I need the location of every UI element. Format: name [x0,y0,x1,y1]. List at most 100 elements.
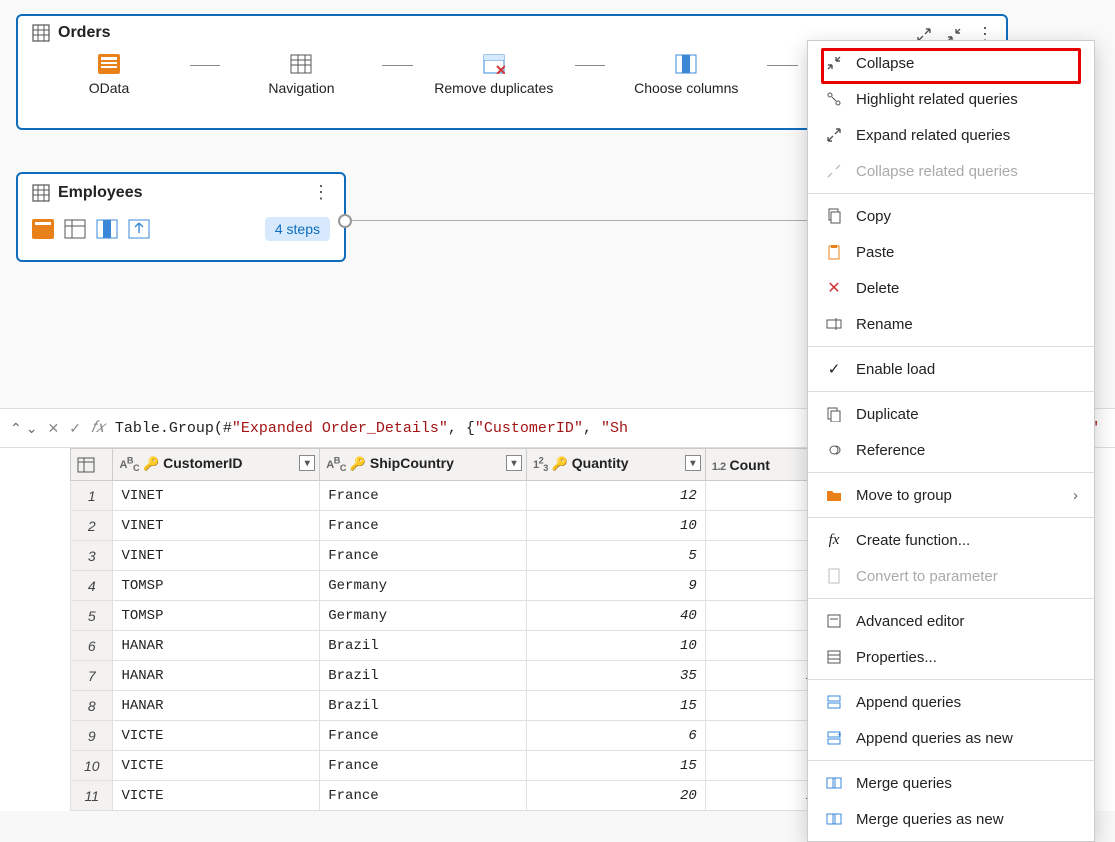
cell-customerid[interactable]: VINET [113,481,320,511]
cell-customerid[interactable]: TOMSP [113,601,320,631]
menu-append-queries-new[interactable]: +Append queries as new [808,720,1094,756]
filter-dropdown-icon[interactable]: ▾ [299,455,315,471]
col-quantity[interactable]: 123 🔑 Quantity▾ [527,449,706,481]
table-corner[interactable] [71,449,113,481]
row-number[interactable]: 8 [71,691,113,721]
check-icon: ✓ [824,360,844,378]
menu-create-function[interactable]: fxCreate function... [808,522,1094,558]
cell-quantity[interactable]: 5 [527,541,706,571]
menu-merge-queries[interactable]: Merge queries [808,765,1094,801]
cell-customerid[interactable]: VICTE [113,721,320,751]
row-number[interactable]: 3 [71,541,113,571]
cell-quantity[interactable]: 12 [527,481,706,511]
table-row[interactable]: 3VINETFrance55 [71,541,840,571]
cell-customerid[interactable]: VICTE [113,751,320,781]
cell-customerid[interactable]: VINET [113,511,320,541]
cell-customerid[interactable]: VICTE [113,781,320,811]
table-row[interactable]: 11VICTEFrance20160 [71,781,840,811]
row-number[interactable]: 6 [71,631,113,661]
table-row[interactable]: 10VICTEFrance1530 [71,751,840,781]
step-choose-columns[interactable]: Choose columns [611,52,761,96]
cell-quantity[interactable]: 10 [527,511,706,541]
col-customerid[interactable]: ABC 🔑 CustomerID▾ [113,449,320,481]
row-number[interactable]: 10 [71,751,113,781]
cell-shipcountry[interactable]: Brazil [320,691,527,721]
cell-shipcountry[interactable]: Germany [320,601,527,631]
fx-icon[interactable]: 𝑓𝑥 [91,419,105,437]
row-number[interactable]: 11 [71,781,113,811]
cancel-icon[interactable]: ✕ [47,420,59,437]
row-number[interactable]: 4 [71,571,113,601]
step-mini-nav[interactable] [64,219,86,239]
append-new-icon: + [824,730,844,746]
step-remove-duplicates[interactable]: Remove duplicates [419,52,569,96]
steps-count-badge[interactable]: 4 steps [265,217,330,241]
col-shipcountry[interactable]: ABC 🔑 ShipCountry▾ [320,449,527,481]
menu-collapse[interactable]: Collapse [808,45,1094,81]
table-row[interactable]: 9VICTEFrance612 [71,721,840,751]
menu-reference[interactable]: Reference [808,432,1094,468]
menu-move-to-group[interactable]: Move to group› [808,477,1094,513]
cell-quantity[interactable]: 35 [527,661,706,691]
filter-dropdown-icon[interactable]: ▾ [685,455,701,471]
row-number[interactable]: 2 [71,511,113,541]
cell-shipcountry[interactable]: France [320,721,527,751]
cell-quantity[interactable]: 20 [527,781,706,811]
menu-merge-queries-new[interactable]: Merge queries as new [808,801,1094,837]
cell-shipcountry[interactable]: France [320,781,527,811]
cell-shipcountry[interactable]: France [320,751,527,781]
cell-quantity[interactable]: 6 [527,721,706,751]
table-row[interactable]: 5TOMSPGermany4080 [71,601,840,631]
cell-customerid[interactable]: HANAR [113,661,320,691]
table-row[interactable]: 1VINETFrance1224 [71,481,840,511]
table-row[interactable]: 4TOMSPGermany99 [71,571,840,601]
row-number[interactable]: 7 [71,661,113,691]
table-row[interactable]: 8HANARBrazil1560 [71,691,840,721]
cell-quantity[interactable]: 15 [527,751,706,781]
menu-properties[interactable]: Properties... [808,639,1094,675]
menu-highlight-related[interactable]: Highlight related queries [808,81,1094,117]
table-row[interactable]: 7HANARBrazil35175 [71,661,840,691]
cell-customerid[interactable]: VINET [113,541,320,571]
menu-paste[interactable]: Paste [808,234,1094,270]
cell-customerid[interactable]: HANAR [113,631,320,661]
row-number[interactable]: 5 [71,601,113,631]
menu-enable-load[interactable]: ✓Enable load [808,351,1094,387]
menu-delete[interactable]: ✕Delete [808,270,1094,306]
menu-append-queries[interactable]: Append queries [808,684,1094,720]
chevron-up-icon[interactable]: ⌃ [10,420,22,437]
menu-advanced-editor[interactable]: Advanced editor [808,603,1094,639]
menu-copy[interactable]: Copy [808,198,1094,234]
table-row[interactable]: 2VINETFrance1010 [71,511,840,541]
cell-customerid[interactable]: HANAR [113,691,320,721]
cell-shipcountry[interactable]: Brazil [320,631,527,661]
formula-input[interactable]: Table.Group(#"Expanded Order_Details", {… [115,420,628,437]
menu-rename[interactable]: Rename [808,306,1094,342]
cell-shipcountry[interactable]: Germany [320,571,527,601]
step-odata[interactable]: OData [34,52,184,96]
cell-shipcountry[interactable]: Brazil [320,661,527,691]
step-mini-source[interactable] [32,219,54,239]
row-number[interactable]: 9 [71,721,113,751]
cell-quantity[interactable]: 40 [527,601,706,631]
step-mini-choose[interactable] [96,219,118,239]
step-mini-expand[interactable] [128,219,150,239]
cell-shipcountry[interactable]: France [320,481,527,511]
row-number[interactable]: 1 [71,481,113,511]
step-navigation[interactable]: Navigation [226,52,376,96]
cell-customerid[interactable]: TOMSP [113,571,320,601]
cell-shipcountry[interactable]: France [320,511,527,541]
connection-node[interactable] [338,214,352,228]
accept-icon[interactable]: ✓ [69,420,81,437]
cell-quantity[interactable]: 9 [527,571,706,601]
cell-quantity[interactable]: 10 [527,631,706,661]
cell-quantity[interactable]: 15 [527,691,706,721]
menu-duplicate[interactable]: Duplicate [808,396,1094,432]
cell-shipcountry[interactable]: France [320,541,527,571]
filter-dropdown-icon[interactable]: ▾ [506,455,522,471]
more-icon[interactable]: ⋮ [312,182,330,203]
chevron-down-icon[interactable]: ⌄ [26,420,38,437]
table-row[interactable]: 6HANARBrazil1030 [71,631,840,661]
employees-query-card[interactable]: Employees ⋮ 4 steps [16,172,346,262]
menu-expand-related[interactable]: Expand related queries [808,117,1094,153]
